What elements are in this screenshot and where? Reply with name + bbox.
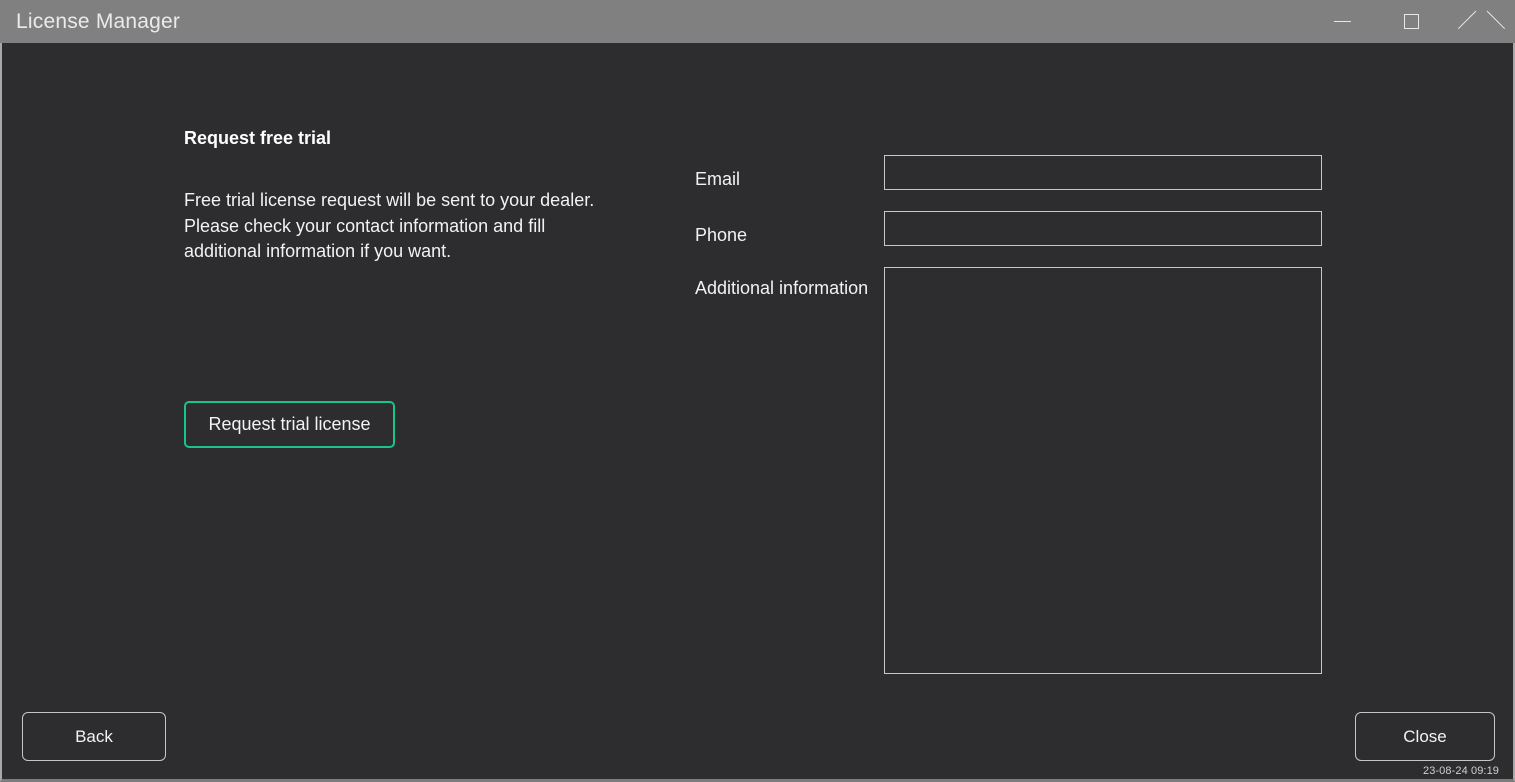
timestamp: 23-08-24 09:19 [1423,765,1499,777]
trial-info-panel: Request free trial Free trial license re… [184,126,654,265]
minimize-icon [1334,21,1351,22]
form-row-additional-information: Additional information [695,267,1323,674]
form-row-phone: Phone [695,211,1323,248]
window-controls [1308,0,1515,43]
contact-form: Email Phone Additional information [695,155,1323,674]
close-window-button[interactable] [1446,0,1515,43]
additional-information-textarea[interactable] [884,267,1322,674]
close-button[interactable]: Close [1355,712,1495,761]
back-button[interactable]: Back [22,712,166,761]
phone-label: Phone [695,211,884,248]
window-content: Request free trial Free trial license re… [2,43,1513,779]
close-icon [1472,13,1490,31]
maximize-icon [1404,14,1419,29]
phone-input[interactable] [884,211,1322,246]
page-title: Request free trial [184,126,654,150]
title-bar: License Manager [0,0,1515,43]
form-row-email: Email [695,155,1323,192]
window-title: License Manager [0,10,180,34]
additional-information-label: Additional information [695,267,884,301]
license-manager-window: License Manager Request free trial Free … [0,0,1515,782]
email-input[interactable] [884,155,1322,190]
minimize-button[interactable] [1308,0,1377,43]
maximize-button[interactable] [1377,0,1446,43]
request-trial-license-button[interactable]: Request trial license [184,401,395,448]
trial-description: Free trial license request will be sent … [184,188,614,265]
email-label: Email [695,155,884,192]
